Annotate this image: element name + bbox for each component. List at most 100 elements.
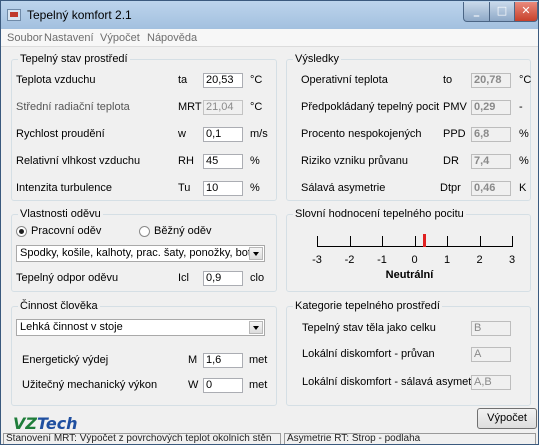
casual-clothing-label[interactable]: Běžný oděv xyxy=(154,225,211,238)
pmv-output: 0,29 xyxy=(471,100,511,115)
humidity-input[interactable]: 45 xyxy=(203,154,243,169)
clothing-resistance-input[interactable]: 0,9 xyxy=(203,271,243,286)
clothing-select-value: Spodky, košile, kalhoty, prac. šaty, pon… xyxy=(20,247,257,259)
clothing-group-title: Vlastnosti oděvu xyxy=(18,208,103,221)
scale-tick-label: 3 xyxy=(508,254,516,266)
turbulence-input[interactable]: 10 xyxy=(203,181,243,196)
mechanical-work-label: Užitečný mechanický výkon xyxy=(22,379,158,391)
mrt-unit: °C xyxy=(250,101,263,113)
menu-vypocet[interactable]: Výpočet xyxy=(100,32,140,44)
operative-temp-label: Operativní teplota xyxy=(301,74,388,86)
status-bar: Stanovení MRT: Výpočet z povrchových tep… xyxy=(1,433,538,444)
activity-select[interactable]: Lehká činnost v stoje xyxy=(16,319,265,336)
window-title: Tepelný komfort 2.1 xyxy=(27,8,132,22)
maximize-button[interactable]: □ xyxy=(489,2,515,22)
turbulence-symbol: Tu xyxy=(178,182,191,194)
air-velocity-symbol: w xyxy=(178,128,186,140)
pmv-unit: - xyxy=(519,101,523,113)
air-temp-label: Teplota vzduchu xyxy=(16,74,96,86)
scale-tick-label: 0 xyxy=(411,254,418,266)
air-velocity-input[interactable]: 0,1 xyxy=(203,127,243,142)
scale-tick xyxy=(512,236,513,247)
humidity-unit: % xyxy=(250,155,260,167)
activity-group: Činnost člověka Lehká činnost v stoje En… xyxy=(11,300,277,406)
ppd-label: Procento nespokojených xyxy=(301,128,422,140)
results-group: Výsledky Operativní teplota to 20,78 °C … xyxy=(286,53,532,201)
category-group: Kategorie tepelného prostředí Tepelný st… xyxy=(286,300,531,406)
draught-risk-output: 7,4 xyxy=(471,154,511,169)
asymmetry-category-label: Lokální diskomfort - sálavá asymetrie xyxy=(302,376,484,388)
energy-input[interactable]: 1,6 xyxy=(203,353,243,368)
draught-category-output: A xyxy=(471,347,511,362)
air-velocity-unit: m/s xyxy=(250,128,268,140)
vztech-logo: VZTech xyxy=(13,414,78,433)
clothing-select[interactable]: Spodky, košile, kalhoty, prac. šaty, pon… xyxy=(16,245,265,262)
pmv-symbol: PMV xyxy=(443,101,467,113)
pmv-marker xyxy=(422,234,426,247)
scale-tick-label: 2 xyxy=(476,254,483,266)
draught-risk-unit: % xyxy=(519,155,529,167)
menu-nastaveni[interactable]: Nastavení xyxy=(44,32,94,44)
casual-clothing-radio[interactable] xyxy=(139,226,150,237)
air-temp-symbol: ta xyxy=(178,74,188,86)
work-clothing-radio[interactable] xyxy=(16,226,27,237)
turbulence-label: Intenzita turbulence xyxy=(16,182,113,194)
main-content: Tepelný stav prostředí Teplota vzduchu t… xyxy=(1,47,538,444)
pmv-label: Předpokládaný tepelný pocit xyxy=(301,101,440,113)
ppd-symbol: PPD xyxy=(443,128,466,140)
scale-tick xyxy=(479,236,481,247)
environment-group: Tepelný stav prostředí Teplota vzduchu t… xyxy=(11,53,277,201)
radiant-asymmetry-unit: K xyxy=(519,182,527,194)
work-clothing-label[interactable]: Pracovní oděv xyxy=(31,225,101,238)
mrt-input: 21,04 xyxy=(203,100,243,115)
category-group-title: Kategorie tepelného prostředí xyxy=(293,300,442,313)
environment-group-title: Tepelný stav prostředí xyxy=(18,53,130,66)
rating-group: Slovní hodnocení tepelného pocitu -3 -2 -1… xyxy=(286,208,531,292)
menu-napoveda[interactable]: Nápověda xyxy=(147,32,197,44)
radiant-asymmetry-output: 0,46 xyxy=(471,181,511,196)
status-mrt: Stanovení MRT: Výpočet z povrchových tep… xyxy=(3,433,281,444)
mechanical-work-symbol: W xyxy=(188,379,199,391)
turbulence-unit: % xyxy=(250,182,260,194)
humidity-label: Relativní vlhkost vzduchu xyxy=(16,155,141,167)
menu-soubor[interactable]: Soubor xyxy=(7,32,42,44)
mechanical-work-unit: met xyxy=(249,379,268,391)
mrt-label: Střední radiační teplota xyxy=(16,101,130,113)
chevron-down-icon[interactable] xyxy=(249,321,263,334)
clothing-group: Vlastnosti oděvu Pracovní oděv Běžný odě… xyxy=(11,208,277,292)
air-temp-input[interactable]: 20,53 xyxy=(203,73,243,88)
energy-label: Energetický výdej xyxy=(22,354,109,366)
compute-button[interactable]: Výpočet xyxy=(477,408,537,429)
body-category-label: Tepelný stav těla jako celku xyxy=(302,322,436,334)
mechanical-work-input[interactable]: 0 xyxy=(203,378,243,393)
air-temp-unit: °C xyxy=(250,74,263,86)
chevron-down-icon[interactable] xyxy=(249,247,263,260)
ppd-unit: % xyxy=(519,128,529,140)
scale-tick xyxy=(414,236,416,247)
clothing-resistance-label: Tepelný odpor oděvu xyxy=(16,272,119,284)
body-category-output: B xyxy=(471,321,511,336)
scale-tick-label: -1 xyxy=(377,254,387,266)
rating-verdict: Neutrální xyxy=(385,269,434,281)
activity-group-title: Činnost člověka xyxy=(18,300,100,313)
air-velocity-label: Rychlost proudění xyxy=(16,128,105,140)
humidity-symbol: RH xyxy=(178,155,194,167)
clothing-resistance-unit: clo xyxy=(250,272,265,284)
title-bar[interactable]: Tepelný komfort 2.1 _ □ ✕ xyxy=(1,1,538,29)
scale-tick xyxy=(349,236,351,247)
minimize-button[interactable]: _ xyxy=(463,2,490,22)
asymmetry-category-output: A,B xyxy=(471,375,511,390)
scale-tick xyxy=(317,236,318,247)
radiant-asymmetry-symbol: Dtpr xyxy=(440,182,461,194)
scale-tick xyxy=(382,236,383,247)
scale-tick-label: -3 xyxy=(312,254,322,266)
operative-temp-unit: °C xyxy=(519,74,532,86)
operative-temp-symbol: to xyxy=(443,74,453,86)
menu-bar: Soubor Nastavení Výpočet Nápověda xyxy=(1,29,538,47)
scale-tick xyxy=(447,236,448,247)
activity-select-value: Lehká činnost v stoje xyxy=(20,321,123,333)
clothing-resistance-symbol: Icl xyxy=(178,272,189,284)
draught-risk-symbol: DR xyxy=(443,155,459,167)
close-button[interactable]: ✕ xyxy=(514,2,538,22)
scale-tick-label: 1 xyxy=(443,254,451,266)
